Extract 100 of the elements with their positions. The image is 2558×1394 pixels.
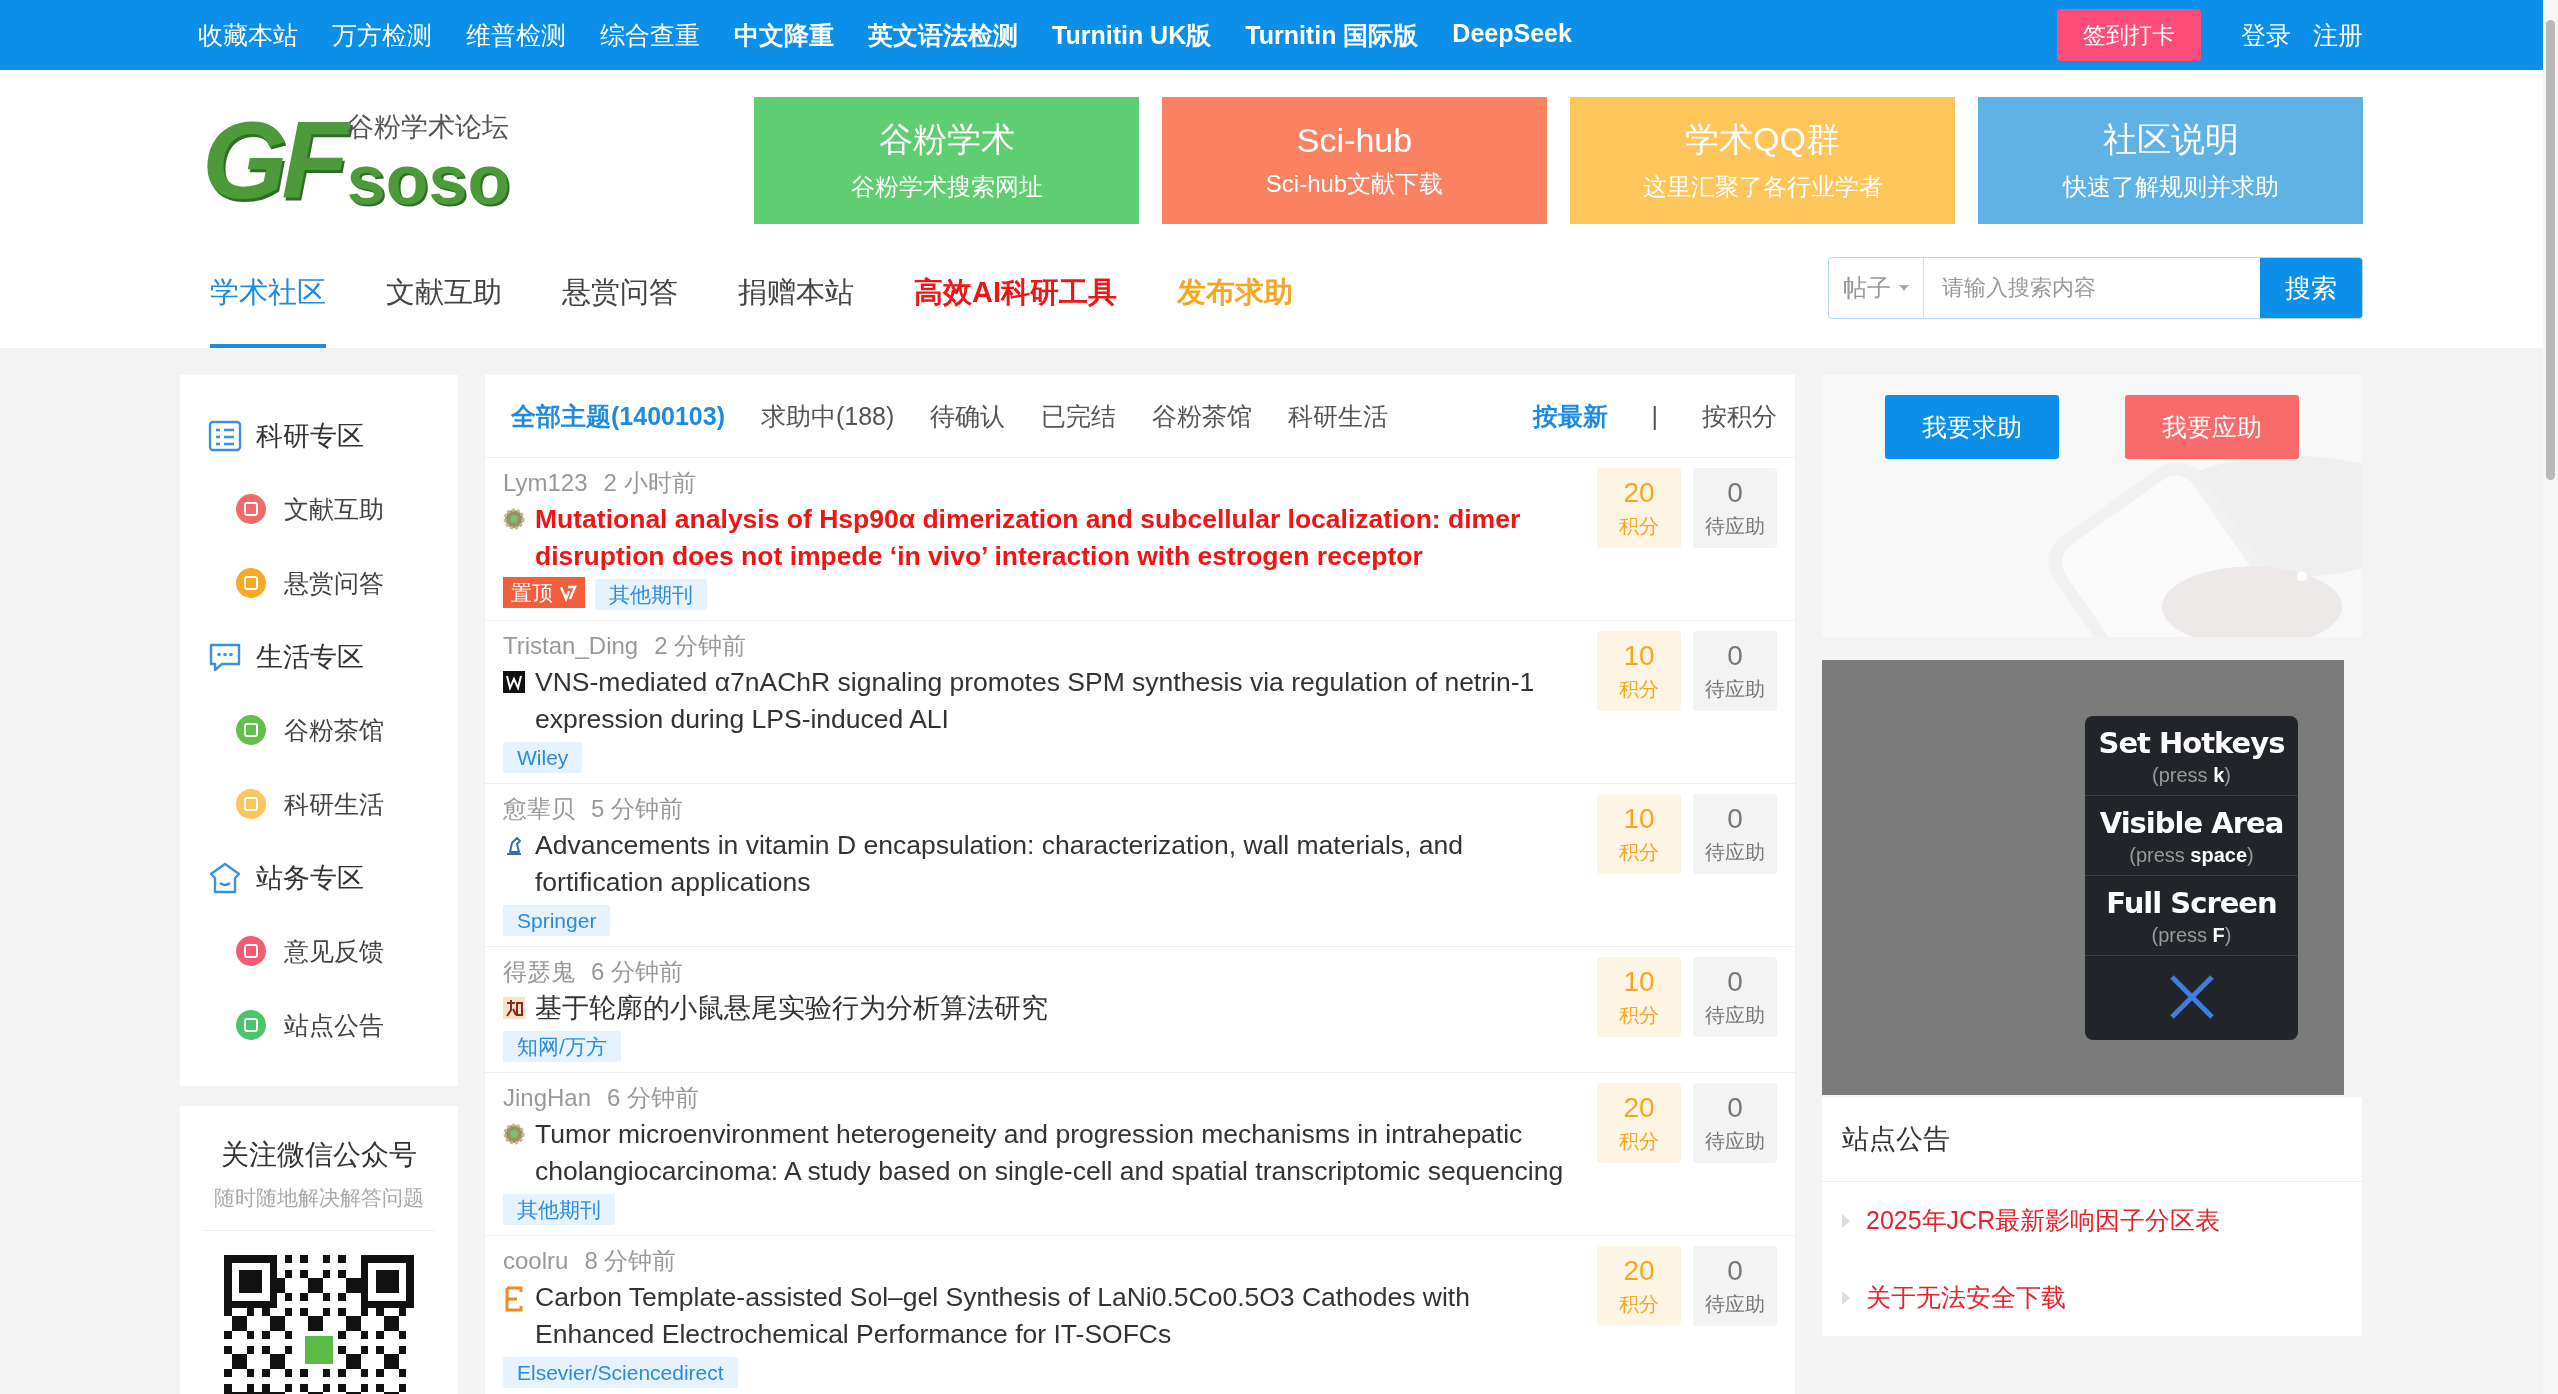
- points-badge: 20 积分: [1597, 1083, 1681, 1163]
- notice-link[interactable]: 关于无法安全下载: [1866, 1281, 2066, 1314]
- journal-tag[interactable]: Wiley: [503, 742, 583, 773]
- sort-link[interactable]: 按最新: [1532, 399, 1608, 433]
- nav-tab[interactable]: 捐赠本站: [738, 238, 854, 348]
- sidebar-group-title[interactable]: 站务专区: [208, 841, 458, 914]
- sidebar-item[interactable]: 科研生活: [208, 767, 458, 841]
- list-icon: [208, 418, 242, 453]
- pin-icon: [559, 583, 577, 602]
- sidebar-item[interactable]: 站点公告: [208, 988, 458, 1062]
- top-link[interactable]: Turnitin 国际版: [1245, 18, 1419, 52]
- journal-tag[interactable]: Elsevier/Sciencedirect: [503, 1357, 738, 1388]
- topic-author[interactable]: 愈辈贝: [503, 794, 575, 824]
- sidebar-item[interactable]: 意见反馈: [208, 914, 458, 988]
- ask-button[interactable]: 我要求助: [1885, 395, 2059, 459]
- banner-card[interactable]: 社区说明 快速了解规则并求助: [1978, 96, 2363, 224]
- nav-tab[interactable]: 文献互助: [386, 238, 502, 348]
- topic-time: 5 分钟前: [591, 794, 683, 824]
- category-icon: [236, 789, 266, 819]
- topic-title[interactable]: Advancements in vitamin D encapsulation: characterization, wall materials, and fortification applications: [535, 827, 1577, 901]
- hotkey-item[interactable]: Full Screen (press F): [2085, 875, 2298, 956]
- checkin-button[interactable]: 签到打卡: [2057, 9, 2201, 61]
- pending-badge: 0 待应助: [1693, 1246, 1777, 1326]
- top-link[interactable]: 综合查重: [600, 18, 700, 52]
- banner-card[interactable]: Sci-hub Sci-hub文献下载: [1162, 96, 1547, 224]
- points-badge: 10 积分: [1597, 957, 1681, 1037]
- bullet-icon: [1842, 1213, 1850, 1228]
- topic-title[interactable]: Tumor microenvironment heterogeneity and progression mechanisms in intrahepatic cholangiocarcinoma: A study based on single-cell and spatial transcriptomic sequencing: [535, 1116, 1577, 1190]
- journal-tag[interactable]: 其他期刊: [503, 1194, 615, 1225]
- category-icon: [236, 1010, 266, 1040]
- pending-badge: 0 待应助: [1693, 468, 1777, 548]
- top-link[interactable]: 收藏本站: [198, 18, 298, 52]
- gear-icon: [503, 508, 525, 530]
- topic-author[interactable]: Tristan_Ding: [503, 631, 639, 661]
- top-link[interactable]: 维普检测: [466, 18, 566, 52]
- sidebar-group-title[interactable]: 科研专区: [208, 399, 458, 472]
- house-icon: [208, 860, 242, 895]
- journal-tag[interactable]: 其他期刊: [595, 579, 707, 610]
- answer-button[interactable]: 我要应助: [2125, 395, 2299, 459]
- top-link[interactable]: 英文语法检测: [868, 18, 1018, 52]
- sort-link[interactable]: 按积分: [1702, 399, 1777, 433]
- wechat-title: 关注微信公众号: [221, 1138, 417, 1172]
- topic-title[interactable]: Mutational analysis of Hsp90α dimerization and subcellular localization: dimer disruption does not impede ‘in vivo’ interaction with estrogen receptor: [535, 501, 1577, 575]
- hotkey-item[interactable]: Set Hotkeys (press k): [2085, 715, 2298, 796]
- sidebar-item[interactable]: 文献互助: [208, 472, 458, 546]
- topic-author[interactable]: 得瑟鬼: [503, 957, 575, 987]
- notice-link[interactable]: 2025年JCR最新影响因子分区表: [1866, 1204, 2221, 1237]
- topic-author[interactable]: JingHan: [503, 1083, 592, 1113]
- filter-tab[interactable]: 待确认: [930, 399, 1006, 433]
- logo-word[interactable]: soso: [346, 145, 511, 215]
- sidebar-group-title[interactable]: 生活专区: [208, 620, 458, 693]
- pending-badge: 0 待应助: [1693, 957, 1777, 1037]
- topic-author[interactable]: coolru: [503, 1246, 569, 1276]
- nav-tab[interactable]: 发布求助: [1177, 238, 1293, 348]
- gear-icon: [503, 1123, 525, 1145]
- search-field[interactable]: 帖子 请输入搜索内容 搜索: [1828, 257, 2363, 319]
- points-badge: 20 积分: [1597, 468, 1681, 548]
- notice-title: 站点公告: [1822, 1097, 2362, 1182]
- banner-card[interactable]: 谷粉学术 谷粉学术搜索网址: [754, 96, 1139, 224]
- topic-title[interactable]: VNS-mediated α7nAChR signaling promotes SPM synthesis via regulation of netrin-1 expression during LPS-induced ALI: [535, 664, 1577, 738]
- filter-tab[interactable]: 求助中(188): [761, 399, 895, 433]
- nav-tab[interactable]: 高效AI科研工具: [914, 238, 1117, 348]
- pinned-badge: 置顶: [503, 577, 585, 608]
- logo-tagline: 谷粉学术论坛: [346, 111, 510, 142]
- journal-tag[interactable]: Springer: [503, 905, 611, 936]
- topic-time: 2 小时前: [603, 468, 696, 498]
- login-link[interactable]: 登录: [2241, 18, 2291, 52]
- topic-title[interactable]: 基于轮廓的小鼠悬尾实验行为分析算法研究: [535, 990, 1577, 1027]
- bullet-icon: [1842, 1290, 1850, 1305]
- top-link[interactable]: 中文降重: [734, 18, 834, 52]
- nav-tab[interactable]: 悬赏问答: [562, 238, 678, 348]
- search-button[interactable]: 搜索: [2260, 258, 2362, 318]
- top-link[interactable]: 万方检测: [332, 18, 432, 52]
- scrollbar-thumb[interactable]: [2546, 20, 2555, 480]
- register-link[interactable]: 注册: [2313, 18, 2363, 52]
- category-icon: [236, 494, 266, 524]
- publisher-icon: [503, 1286, 525, 1312]
- points-badge: 20 积分: [1597, 1246, 1681, 1326]
- category-icon: [236, 715, 266, 745]
- close-icon: [2168, 973, 2215, 1020]
- nav-tab[interactable]: 学术社区: [210, 238, 326, 348]
- top-link[interactable]: DeepSeek: [1452, 18, 1572, 52]
- filter-tab[interactable]: 谷粉茶馆: [1152, 399, 1253, 433]
- pending-badge: 0 待应助: [1693, 631, 1777, 711]
- sort-divider: |: [1651, 401, 1658, 431]
- filter-tab[interactable]: 科研生活: [1288, 399, 1389, 433]
- topic-title[interactable]: Carbon Template-assisted Sol–gel Synthesis of LaNi0.5Co0.5O3 Cathodes with Enhanced Electrochemical Performance for IT-SOFCs: [535, 1279, 1577, 1353]
- sidebar-item[interactable]: 悬赏问答: [208, 546, 458, 620]
- sidebar-item[interactable]: 谷粉茶馆: [208, 693, 458, 767]
- top-link[interactable]: Turnitin UK版: [1052, 18, 1212, 52]
- hotkey-item[interactable]: Visible Area (press space): [2085, 795, 2298, 876]
- pending-badge: 0 待应助: [1693, 794, 1777, 874]
- category-icon: [236, 936, 266, 966]
- filter-tab[interactable]: 已完结: [1041, 399, 1117, 433]
- journal-tag[interactable]: 知网/万方: [503, 1031, 621, 1062]
- wechat-subtitle: 随时随地解决解答问题: [214, 1185, 424, 1211]
- topic-author[interactable]: Lym123: [503, 468, 588, 498]
- filter-tab[interactable]: 全部主题(1400103): [511, 399, 725, 433]
- caret-icon: [1899, 285, 1909, 291]
- topic-time: 6 分钟前: [591, 957, 683, 987]
